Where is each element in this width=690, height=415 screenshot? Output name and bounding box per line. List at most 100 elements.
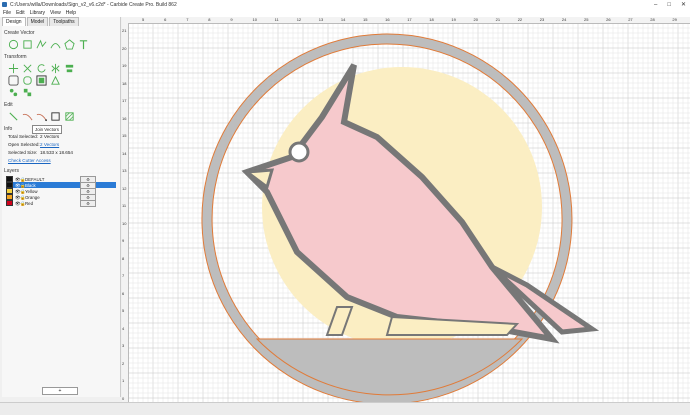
trim-icon[interactable] [22, 111, 33, 122]
transform-tools-row1 [8, 62, 120, 74]
horizontal-ruler: 5 6 7 8 9 10 11 12 13 14 15 16 17 18 19 20 21 22 23 24 25 26 2… [122, 17, 690, 24]
ruler-tick-label: 7 [122, 273, 125, 278]
polyline-icon[interactable] [36, 39, 47, 50]
total-selected-row: Total Selected: 2 Vectors [8, 134, 120, 140]
layer-name[interactable]: Black [25, 183, 75, 188]
menu-file[interactable]: File [3, 10, 11, 16]
layer-row[interactable]: 👁 🔒 Red ⚙ [6, 199, 116, 207]
ruler-tick-label: 22 [517, 17, 523, 22]
eye-icon[interactable]: 👁 [15, 183, 21, 188]
selected-size-label: Selected Size: [8, 150, 38, 155]
ruler-tick-label: 11 [274, 17, 279, 22]
gear-icon[interactable]: ⚙ [80, 199, 96, 207]
edit-tools [8, 110, 120, 122]
ruler-tick-label: 10 [122, 220, 127, 226]
app-icon [2, 2, 7, 7]
mirror-icon[interactable] [50, 63, 61, 74]
select-icon[interactable] [8, 111, 19, 122]
offset-icon[interactable] [8, 74, 19, 86]
ruler-tick-label: 10 [252, 17, 257, 22]
add-layer-button[interactable]: + [42, 387, 78, 395]
layer-name[interactable]: Red [25, 201, 75, 206]
ruler-tick-label: 23 [539, 17, 545, 22]
rectangle-icon[interactable] [22, 39, 33, 50]
selected-size-value: 18.533 x 18.654 [40, 150, 73, 155]
minimize-icon[interactable]: – [654, 2, 657, 8]
node-edit-icon[interactable] [50, 75, 61, 86]
text-icon[interactable] [78, 39, 89, 50]
ruler-tick-label: 2 [122, 360, 125, 366]
open-selected-link[interactable]: 2 Vectors [40, 142, 59, 147]
lock-icon[interactable]: 🔒 [20, 201, 25, 206]
layer-name[interactable]: Orange [25, 195, 75, 200]
branch-base[interactable] [255, 338, 524, 396]
align-icon[interactable] [64, 63, 75, 74]
open-selected-label: Open Selected: [8, 142, 40, 147]
check-cutter-row: Check Cutter Access [8, 158, 120, 164]
menu-edit[interactable]: Edit [16, 10, 25, 16]
selected-size-row: Selected Size: 18.533 x 18.654 [8, 150, 120, 156]
array-icon[interactable] [8, 87, 19, 98]
cardinal-artwork[interactable] [122, 17, 690, 402]
ruler-tick-label: 20 [473, 17, 478, 22]
ruler-tick-label: 25 [584, 17, 589, 22]
close-icon[interactable]: ✕ [681, 1, 686, 8]
edit-title: Edit [4, 102, 13, 108]
ruler-tick-label: 16 [122, 115, 127, 121]
eye-icon[interactable]: 👁 [15, 201, 21, 206]
ruler-tick-label: 26 [606, 17, 611, 22]
circle-icon[interactable] [8, 39, 19, 50]
lock-icon[interactable]: 🔒 [20, 189, 25, 194]
menu-view[interactable]: View [50, 10, 61, 16]
lock-icon[interactable]: 🔒 [20, 195, 25, 200]
fillet-icon[interactable] [22, 75, 33, 86]
lock-icon[interactable]: 🔒 [20, 183, 25, 188]
title-bar: C:/Users/willa/Downloads/Sign_v2_v6.c2d*… [0, 0, 690, 9]
tab-design[interactable]: Design [2, 17, 26, 26]
menu-help[interactable]: Help [66, 10, 76, 16]
eye-icon[interactable]: 👁 [15, 189, 21, 194]
ruler-tick-label: 1 [122, 378, 125, 383]
group-icon[interactable] [22, 87, 33, 98]
menu-library[interactable]: Library [30, 10, 45, 16]
curve-icon[interactable] [50, 39, 61, 50]
rotate-icon[interactable] [36, 63, 47, 74]
create-vector-tools [8, 38, 120, 50]
layers-title: Layers [4, 168, 20, 174]
ruler-tick-label: 13 [318, 17, 324, 22]
ruler-tick-label: 8 [122, 255, 125, 261]
ruler-tick-label: 29 [672, 17, 677, 22]
design-canvas[interactable]: 5 6 7 8 9 10 11 12 13 14 15 16 17 18 19 20 21 22 23 24 25 26 2… [122, 17, 690, 402]
move-icon[interactable] [8, 63, 19, 74]
check-cutter-link[interactable]: Check Cutter Access [8, 158, 51, 163]
eye-icon[interactable]: 👁 [15, 195, 21, 200]
ruler-tick-label: 18 [122, 80, 127, 86]
cardinal-eye[interactable] [288, 141, 310, 163]
ruler-tick-label: 8 [208, 17, 211, 22]
outline-icon[interactable] [50, 111, 61, 122]
ruler-tick-label: 4 [122, 325, 125, 331]
ruler-tick-label: 28 [650, 17, 655, 22]
window-controls: – □ ✕ [654, 0, 686, 9]
tab-model[interactable]: Model [26, 17, 49, 26]
ruler-tick-label: 9 [230, 17, 233, 22]
ruler-tick-label: 17 [407, 17, 412, 22]
eye-icon[interactable]: 👁 [15, 177, 21, 182]
info-title: Info [4, 126, 13, 132]
ruler-tick-label: 19 [451, 17, 456, 22]
boolean-icon[interactable] [36, 74, 47, 86]
polygon-icon[interactable] [64, 38, 75, 50]
join-vectors-icon[interactable] [36, 111, 47, 122]
ruler-tick-label: 12 [122, 185, 127, 191]
hatch-icon[interactable] [64, 111, 75, 122]
lock-icon[interactable]: 🔒 [20, 177, 25, 182]
layer-name[interactable]: DEFAULT [25, 177, 75, 182]
layer-name[interactable]: Yellow [25, 189, 75, 194]
tab-toolpaths[interactable]: Toolpaths [49, 17, 79, 26]
scale-icon[interactable] [22, 63, 33, 74]
ruler-tick-label: 11 [122, 203, 127, 208]
maximize-icon[interactable]: □ [667, 2, 671, 8]
layer-color-swatch[interactable] [6, 200, 13, 206]
create-vector-title: Create Vector [4, 30, 35, 36]
menu-bar: File Edit Library View Help [0, 9, 690, 17]
